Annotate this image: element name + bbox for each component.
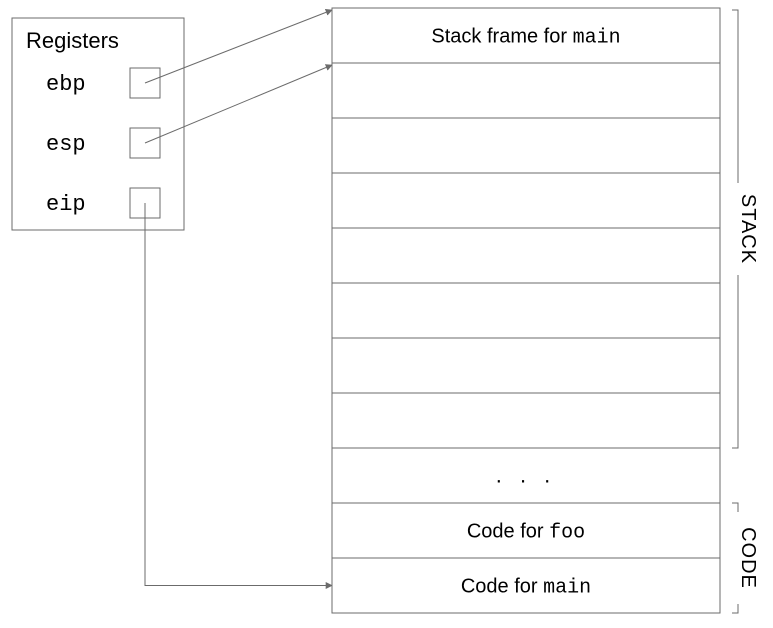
- memory-ellipsis: . . .: [496, 463, 557, 488]
- side-label-stack: STACK: [737, 194, 759, 264]
- side-label-code: CODE: [737, 527, 759, 589]
- register-label-eip: eip: [46, 192, 86, 217]
- memory-row-code-main: Code for main: [461, 576, 591, 600]
- registers-title: Registers: [26, 28, 119, 53]
- side-guide-stack: [732, 10, 738, 183]
- register-label-esp: esp: [46, 132, 86, 157]
- arrow-ebp-to-main-frame: [145, 10, 332, 83]
- register-label-ebp: ebp: [46, 72, 86, 97]
- arrow-esp-to-row1: [145, 65, 332, 143]
- side-guide-code: [732, 604, 738, 613]
- memory-row-code-foo: Code for foo: [467, 521, 585, 545]
- side-guide-stack: [732, 275, 738, 448]
- memory-row-stack-frame-main: Stack frame for main: [431, 26, 620, 50]
- side-guide-code: [732, 503, 738, 512]
- arrow-eip-to-code-main: [145, 203, 332, 586]
